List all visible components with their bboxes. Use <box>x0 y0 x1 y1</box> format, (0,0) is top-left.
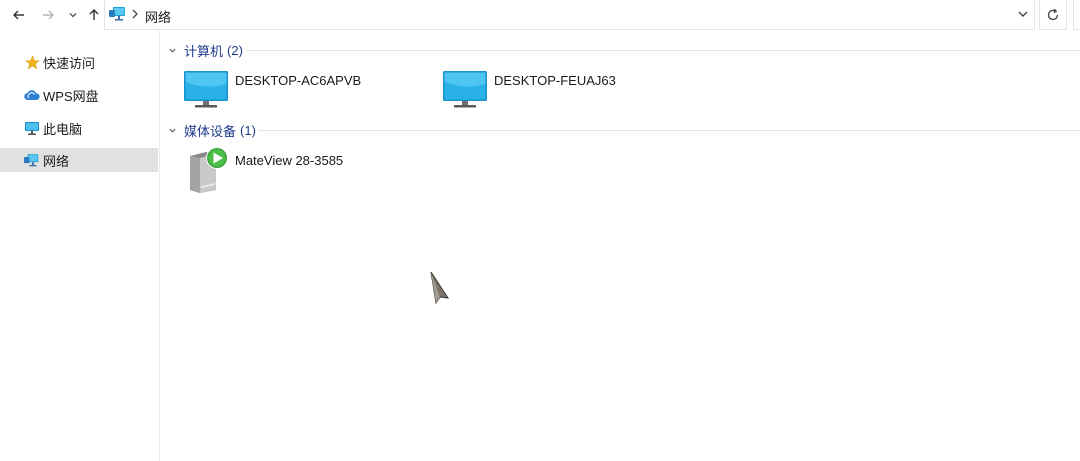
group-divider <box>246 50 1080 51</box>
arrow-left-icon <box>13 10 24 20</box>
computer-item[interactable]: DESKTOP-AC6APVB <box>183 70 413 114</box>
chevron-down-icon <box>168 46 178 55</box>
media-device-name: MateView 28-3585 <box>235 153 344 168</box>
cloud-icon <box>24 87 40 103</box>
refresh-button[interactable] <box>1039 0 1067 30</box>
up-button[interactable] <box>83 4 105 26</box>
media-device-icon <box>190 147 228 193</box>
sidebar-item-this-pc[interactable]: 此电脑 <box>0 116 158 140</box>
recent-locations-button[interactable] <box>62 4 84 26</box>
group-header-computers[interactable]: 计算机 (2) <box>168 41 243 59</box>
back-button[interactable] <box>8 4 30 26</box>
media-device-item[interactable]: MateView 28-3585 <box>186 146 416 194</box>
sidebar-item-network[interactable]: 网络 <box>0 148 158 172</box>
breadcrumb-location[interactable]: 网络 <box>145 7 171 26</box>
address-bar[interactable]: 网络 <box>104 0 1035 30</box>
sidebar-item-label: WPS网盘 <box>43 88 99 104</box>
group-title: 媒体设备 <box>184 123 237 139</box>
monitor-icon <box>443 71 487 108</box>
network-icon <box>109 7 125 21</box>
sidebar-item-label: 此电脑 <box>43 121 83 137</box>
group-title: 计算机 <box>184 43 224 59</box>
computer-icon <box>24 120 40 136</box>
navigation-bar: 网络 <box>0 0 1080 30</box>
arrow-right-icon <box>43 10 54 20</box>
group-divider <box>258 130 1080 131</box>
chevron-down-icon[interactable] <box>1016 7 1030 21</box>
refresh-icon <box>1047 8 1059 20</box>
computer-name: DESKTOP-FEUAJ63 <box>494 73 616 88</box>
chevron-down-icon <box>168 126 178 135</box>
computer-name: DESKTOP-AC6APVB <box>235 73 362 88</box>
arrow-up-icon <box>89 9 99 20</box>
network-icon <box>24 152 40 168</box>
group-count: (2) <box>227 42 243 58</box>
sidebar-item-label: 快速访问 <box>43 55 96 71</box>
sidebar-item-quick-access[interactable]: 快速访问 <box>0 50 158 74</box>
star-icon <box>24 54 40 70</box>
computer-item[interactable]: DESKTOP-FEUAJ63 <box>442 70 672 114</box>
group-count: (1) <box>240 122 256 138</box>
breadcrumb-chevron-icon <box>132 9 138 19</box>
sidebar-item-wps-drive[interactable]: WPS网盘 <box>0 83 158 107</box>
forward-button[interactable] <box>37 4 59 26</box>
navigation-pane: 快速访问 WPS网盘 此电脑 网络 <box>0 30 160 461</box>
group-header-media-devices[interactable]: 媒体设备 (1) <box>168 121 256 139</box>
chevron-down-icon <box>69 13 77 18</box>
search-box-edge[interactable] <box>1073 0 1080 30</box>
mouse-pointer-icon <box>430 271 450 304</box>
monitor-icon <box>184 71 228 108</box>
sidebar-item-label: 网络 <box>43 153 70 169</box>
